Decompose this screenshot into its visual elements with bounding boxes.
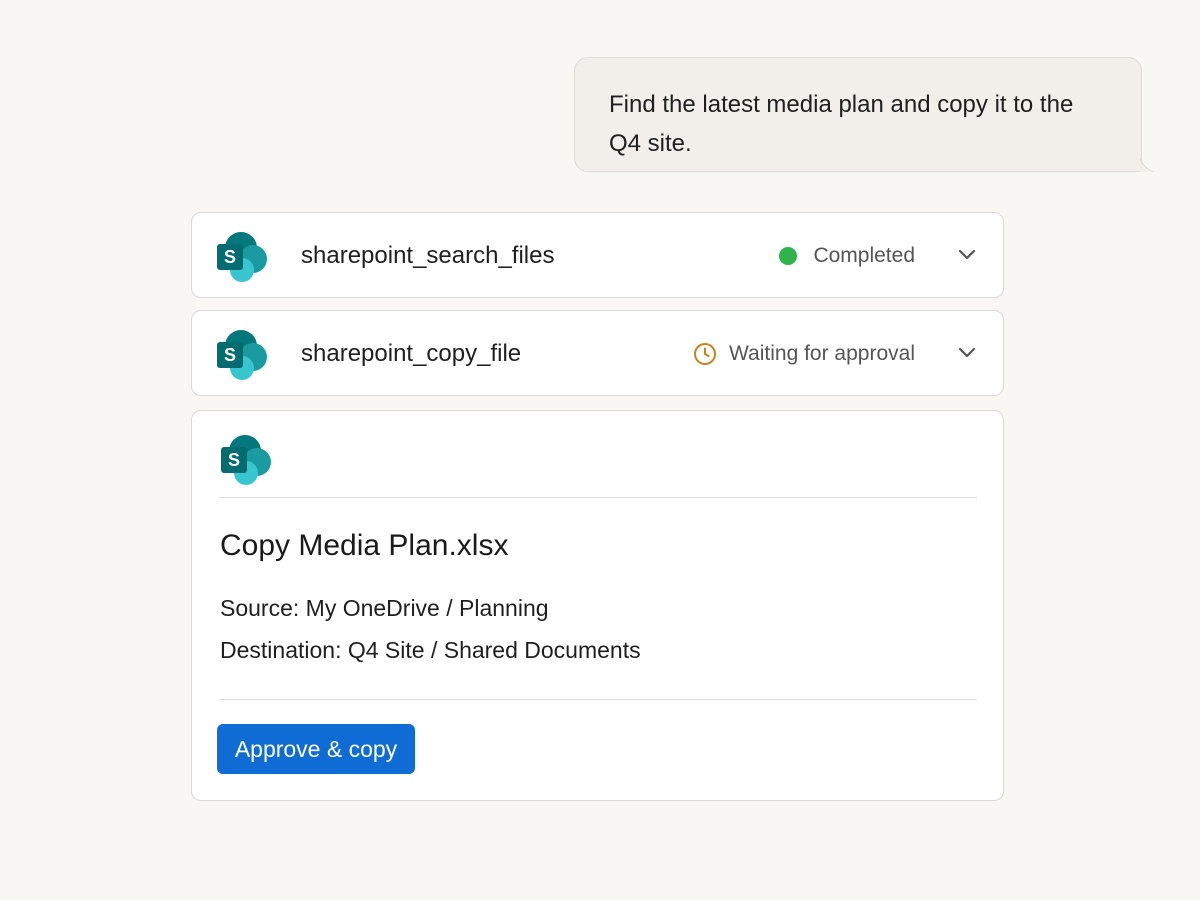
tool-call-copy-file[interactable]: S sharepoint_copy_file Waiting for appro… xyxy=(191,310,1004,396)
svg-text:S: S xyxy=(228,450,240,470)
divider xyxy=(219,699,977,700)
chevron-down-icon[interactable] xyxy=(956,243,978,265)
sharepoint-logo-icon: S xyxy=(221,435,271,485)
destination-path: Destination: Q4 Site / Shared Documents xyxy=(220,637,641,663)
approval-card: S Copy Media Plan.xlsx Source: My OneDri… xyxy=(191,410,1004,801)
user-message-text: Find the latest media plan and copy it t… xyxy=(609,91,1074,157)
bubble-tail xyxy=(1140,158,1154,172)
user-message-bubble: Find the latest media plan and copy it t… xyxy=(574,57,1142,172)
source-path: Source: My OneDrive / Planning xyxy=(220,595,549,621)
tool-name: sharepoint_copy_file xyxy=(301,340,522,367)
tool-call-search-files[interactable]: S sharepoint_search_files Completed xyxy=(191,212,1004,298)
status-label: Completed xyxy=(813,244,915,267)
divider xyxy=(219,497,977,498)
approve-copy-button[interactable]: Approve & copy xyxy=(217,724,415,774)
sharepoint-logo-icon: S xyxy=(217,330,267,380)
status-waiting: Waiting for approval xyxy=(693,339,915,369)
clock-icon xyxy=(694,343,717,365)
status-completed: Completed xyxy=(779,241,915,271)
approval-title: Copy Media Plan.xlsx xyxy=(220,529,509,562)
svg-text:S: S xyxy=(224,247,236,267)
chevron-down-icon[interactable] xyxy=(956,341,978,363)
status-dot-icon xyxy=(779,247,798,265)
svg-text:S: S xyxy=(224,345,236,365)
tool-name: sharepoint_search_files xyxy=(301,242,555,269)
status-label: Waiting for approval xyxy=(729,342,915,365)
sharepoint-logo-icon: S xyxy=(217,232,267,282)
